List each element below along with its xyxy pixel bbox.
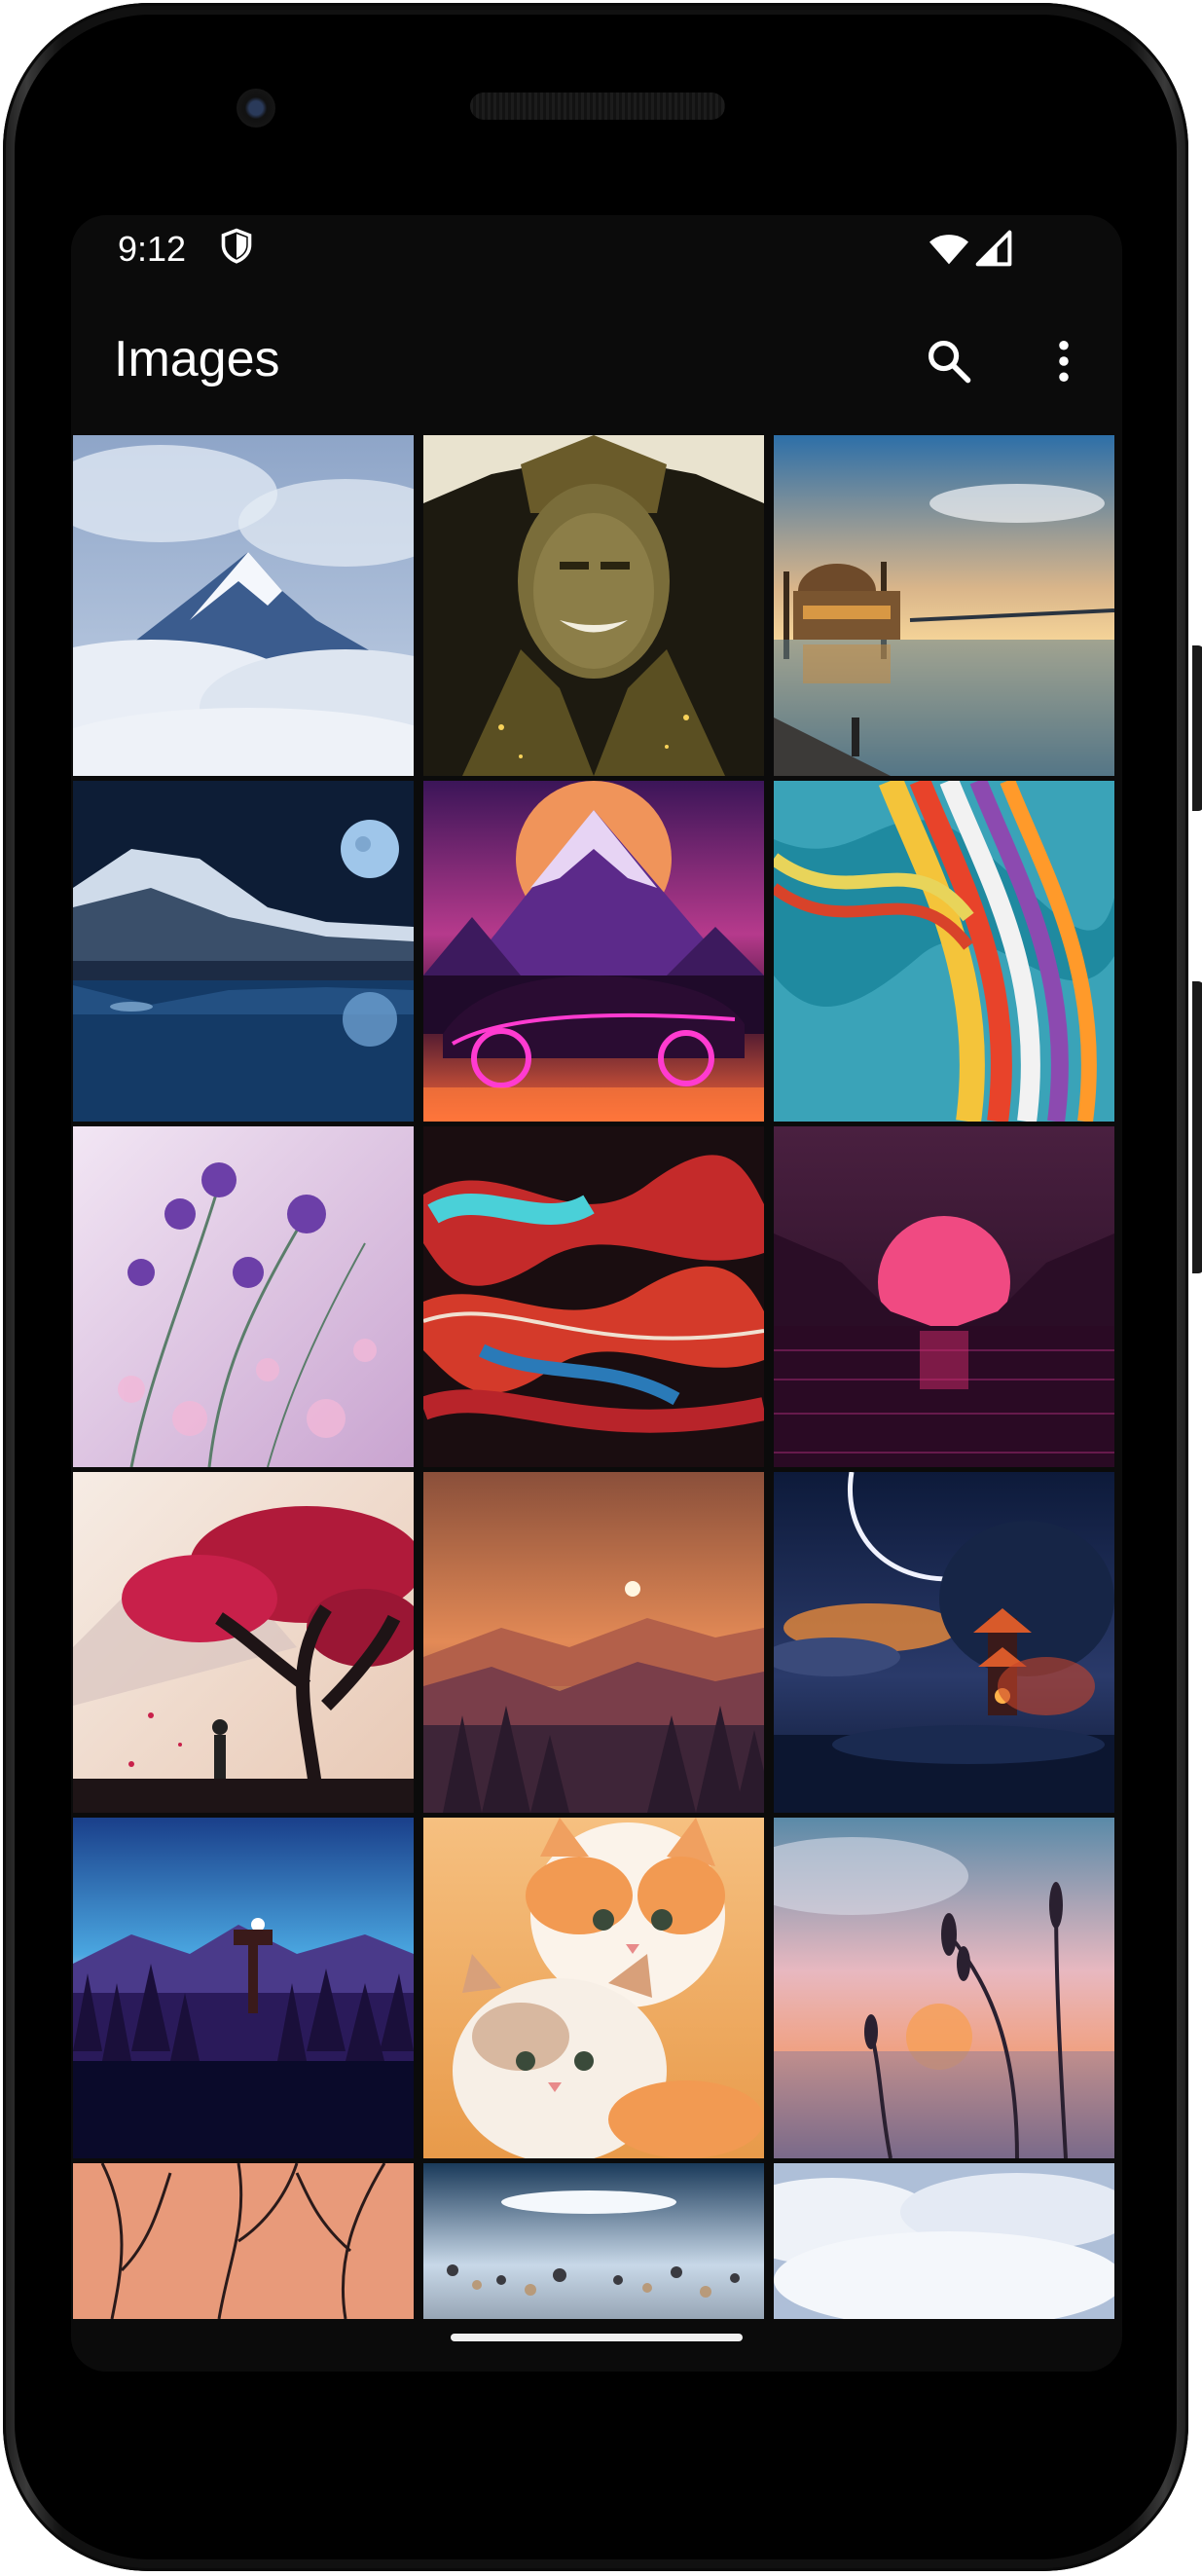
image-thumbnail [423,781,764,1122]
more-options-button[interactable] [1025,322,1103,400]
earpiece-speaker [470,92,725,120]
image-tile[interactable] [774,1472,1114,1813]
image-tile[interactable] [423,781,764,1122]
image-grid [73,435,1120,2319]
image-thumbnail [73,1126,414,1467]
cell-signal-icon [975,230,1012,267]
image-thumbnail [73,435,414,776]
page-title: Images [114,331,280,387]
phone-frame: 9:12 Images [3,3,1202,2571]
more-vert-icon [1059,340,1069,383]
app-bar: Images [71,293,1122,439]
image-thumbnail [73,781,414,1122]
screen: 9:12 Images [71,215,1122,2372]
status-bar: 9:12 [71,215,1122,293]
image-thumbnail [73,1472,414,1813]
image-tile[interactable] [73,1818,414,2158]
image-tile[interactable] [73,1472,414,1813]
image-tile[interactable] [774,1126,1114,1467]
image-thumbnail [423,1126,764,1467]
status-time: 9:12 [118,229,187,269]
volume-button [1192,981,1202,1273]
image-thumbnail [423,1472,764,1813]
image-thumbnail [774,1472,1114,1813]
image-tile[interactable] [423,2163,764,2319]
image-tile[interactable] [774,2163,1114,2319]
image-tile[interactable] [423,1472,764,1813]
search-icon [928,340,971,384]
image-tile[interactable] [73,2163,414,2319]
image-thumbnail [774,435,1114,776]
image-tile[interactable] [774,1818,1114,2158]
home-gesture-handle[interactable] [451,2334,743,2341]
navigation-bar [71,2319,1122,2372]
image-thumbnail [774,781,1114,1122]
image-thumbnail [73,2163,414,2319]
image-tile[interactable] [423,1818,764,2158]
shield-icon [221,228,252,264]
image-thumbnail [774,1818,1114,2158]
front-camera [237,89,275,128]
power-button [1192,645,1202,811]
image-tile[interactable] [774,435,1114,776]
image-tile[interactable] [73,435,414,776]
search-button[interactable] [910,322,988,400]
image-tile[interactable] [423,1126,764,1467]
image-thumbnail [423,1818,764,2158]
image-tile[interactable] [73,781,414,1122]
image-thumbnail [774,1126,1114,1467]
image-thumbnail [73,1818,414,2158]
image-thumbnail [423,2163,764,2319]
image-tile[interactable] [774,781,1114,1122]
image-thumbnail [774,2163,1114,2319]
image-tile[interactable] [73,1126,414,1467]
image-thumbnail [423,435,764,776]
wifi-icon [929,235,968,265]
image-tile[interactable] [423,435,764,776]
